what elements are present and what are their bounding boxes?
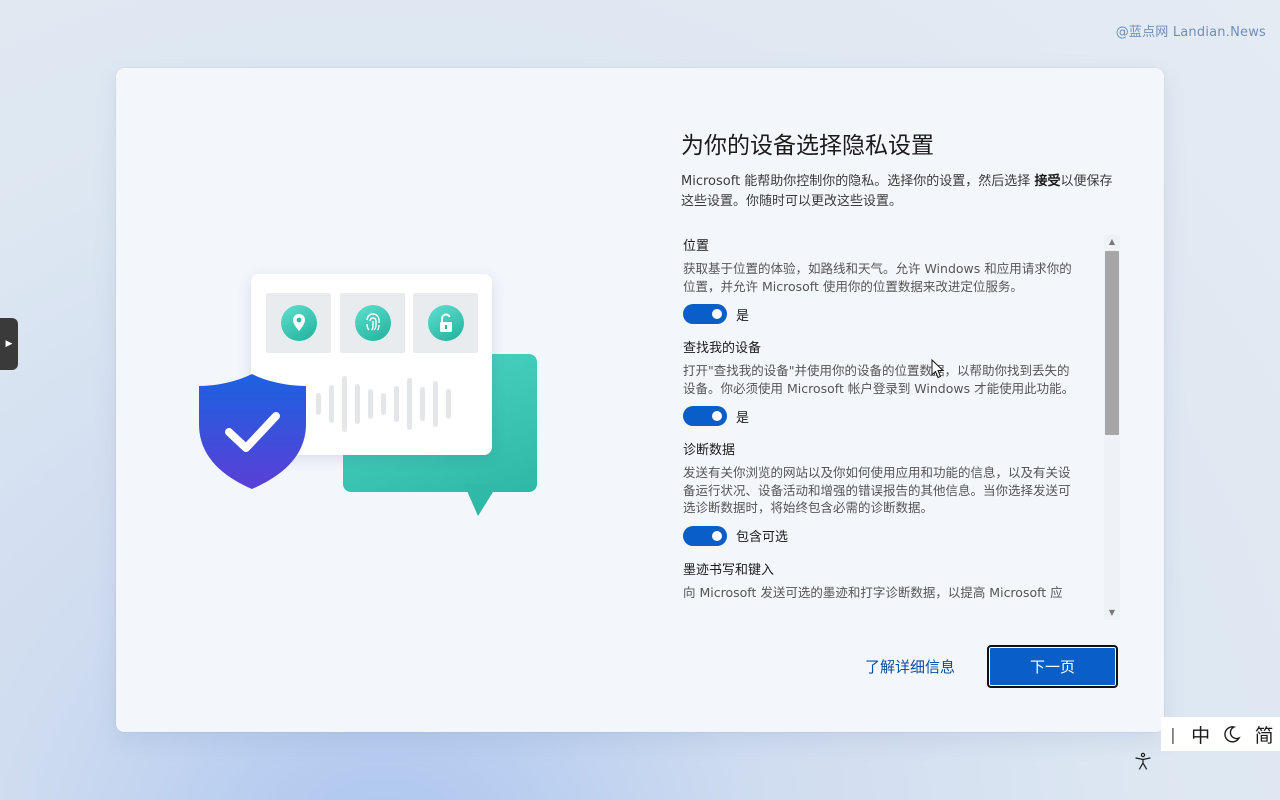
ime-charset-button[interactable]: 简	[1248, 721, 1280, 748]
setting-description: 发送有关你浏览的网站以及你如何使用应用和功能的信息，以及有关设备运行状况、设备活…	[683, 465, 1071, 515]
diagnostic-data-toggle[interactable]	[683, 525, 727, 546]
ime-divider: |	[1170, 724, 1176, 744]
privacy-dialog: 为你的设备选择隐私设置 Microsoft 能帮助你控制你的隐私。选择你的设置，…	[116, 68, 1164, 732]
mouse-cursor-icon	[931, 359, 945, 379]
setting-description: 获取基于位置的体验，如路线和天气。允许 Windows 和应用请求你的位置，并允…	[683, 261, 1072, 294]
setting-title: 查找我的设备	[683, 341, 762, 356]
find-my-device-toggle[interactable]	[683, 406, 727, 426]
location-tile	[266, 293, 331, 353]
accessibility-icon[interactable]	[1134, 752, 1152, 770]
settings-list[interactable]: 位置 获取基于位置的体验，如路线和天气。允许 Windows 和应用请求你的位置…	[683, 235, 1105, 620]
setting-location: 位置 获取基于位置的体验，如路线和天气。允许 Windows 和应用请求你的位置…	[683, 235, 1105, 324]
toggle-label: 包含可选	[736, 530, 789, 545]
setting-title: 诊断数据	[683, 443, 736, 458]
toggle-label: 是	[736, 410, 750, 426]
location-pin-icon	[280, 305, 317, 341]
toggle-label: 是	[736, 308, 750, 324]
page-description: Microsoft 能帮助你控制你的隐私。选择你的设置，然后选择 接受以便保存这…	[681, 174, 1113, 209]
setting-diagnostic-data: 诊断数据 发送有关你浏览的网站以及你如何使用应用和功能的信息，以及有关设备运行状…	[683, 439, 1105, 546]
setting-title: 墨迹书写和键入	[683, 562, 775, 578]
unlock-icon	[427, 305, 464, 341]
watermark: @蓝点网 Landian.News	[1115, 25, 1266, 40]
location-toggle[interactable]	[683, 304, 727, 324]
fingerprint-tile	[340, 293, 405, 353]
fingerprint-icon	[354, 305, 391, 341]
privacy-illustration	[196, 274, 541, 519]
side-panel-tab[interactable]: ▶	[0, 318, 18, 370]
chat-bubble-tail	[464, 484, 498, 516]
moon-icon[interactable]	[1217, 725, 1249, 743]
ime-toolbar: | 中 简	[1161, 717, 1280, 751]
setting-description: 向 Microsoft 发送可选的墨迹和打字诊断数据，以提高 Microsoft…	[683, 584, 1063, 600]
play-arrow-icon: ▶	[5, 339, 13, 349]
lock-tile	[413, 293, 478, 353]
page-title: 为你的设备选择隐私设置	[681, 133, 934, 159]
setting-inking-typing: 墨迹书写和键入 向 Microsoft 发送可选的墨迹和打字诊断数据，以提高 M…	[683, 559, 1105, 602]
scroll-down-icon[interactable]: ▼	[1104, 606, 1120, 620]
setting-title: 位置	[683, 239, 710, 254]
audio-wave-graphic	[316, 374, 451, 434]
shield-check-icon	[199, 374, 306, 489]
next-button[interactable]: 下一页	[987, 645, 1118, 688]
settings-scrollbar[interactable]: ▲ ▼	[1104, 235, 1120, 620]
setting-description: 打开"查找我的设备"并使用你的设备的位置数据，以帮助你找到丢失的设备。你必须使用…	[683, 363, 1075, 396]
learn-more-link[interactable]: 了解详细信息	[865, 656, 955, 677]
ime-mode-button[interactable]: 中	[1185, 721, 1217, 748]
scroll-up-icon[interactable]: ▲	[1104, 235, 1120, 249]
setting-find-my-device: 查找我的设备 打开"查找我的设备"并使用你的设备的位置数据，以帮助你找到丢失的设…	[683, 337, 1105, 426]
scrollbar-thumb[interactable]	[1105, 251, 1119, 435]
